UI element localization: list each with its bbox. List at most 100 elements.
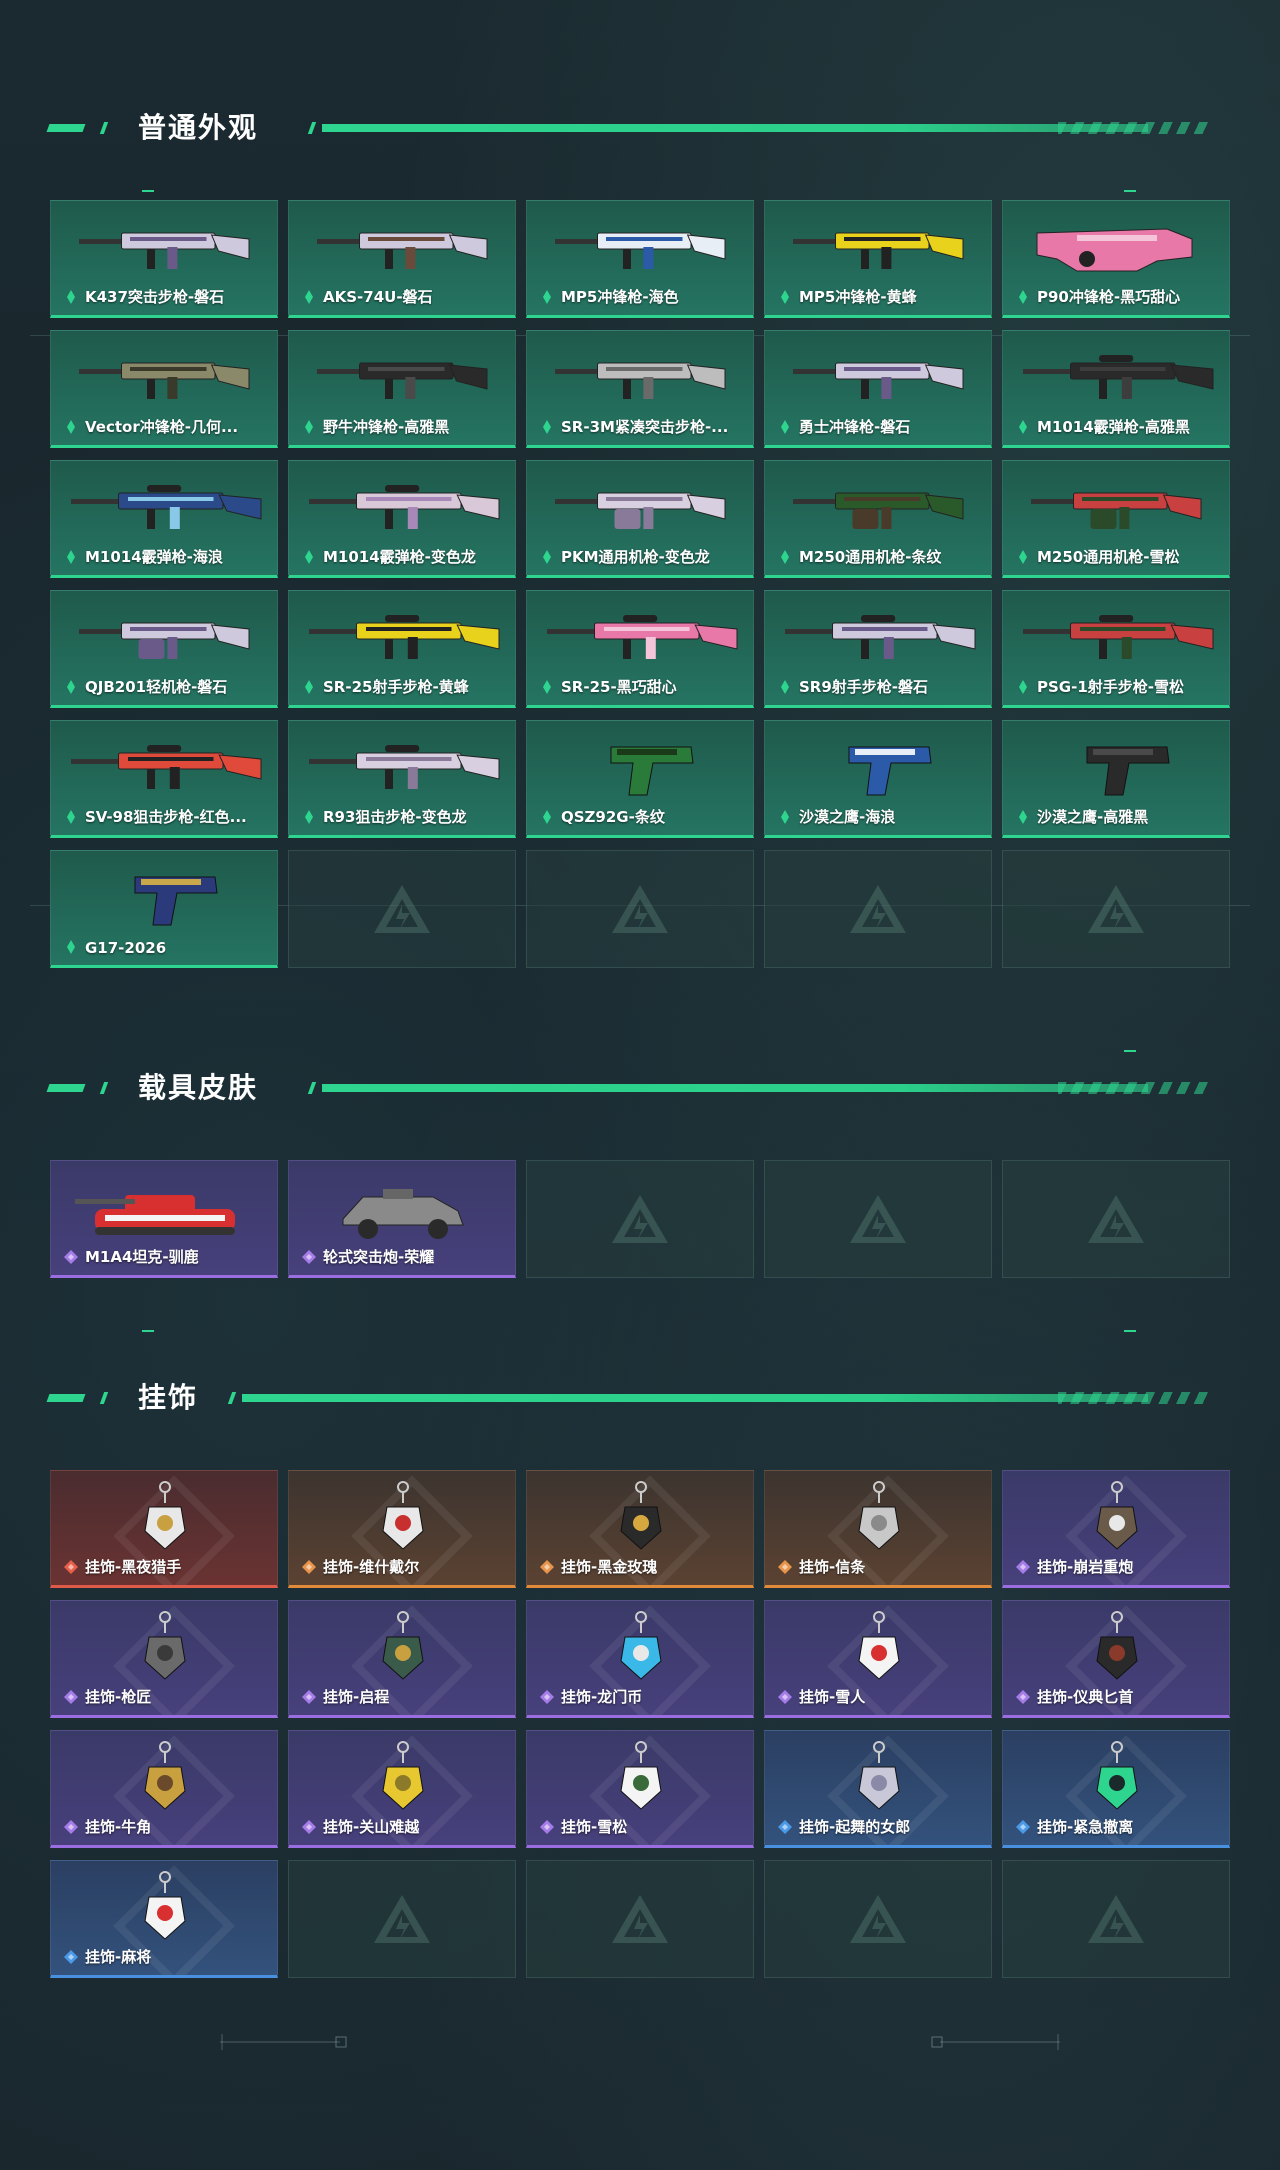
item-card[interactable]: 挂饰-麻将	[50, 1860, 278, 1978]
item-card[interactable]: G17-2026	[50, 850, 278, 968]
smg-icon	[793, 362, 964, 399]
rarity-diamond-icon	[1019, 810, 1027, 824]
section-header-weapons: 普通外观	[46, 108, 1208, 148]
item-label: SR9射手步枪-磐石	[799, 678, 929, 696]
item-card[interactable]: 挂饰-启程	[288, 1600, 516, 1718]
item-card[interactable]: SV-98狙击步枪-红色...	[50, 720, 278, 838]
item-card[interactable]: 挂饰-雪松	[526, 1730, 754, 1848]
item-card[interactable]: 挂饰-维什戴尔	[288, 1470, 516, 1588]
item-card[interactable]: QSZ92G-条纹	[526, 720, 754, 838]
header-checker	[1058, 1082, 1208, 1094]
item-card[interactable]: PKM通用机枪-变色龙	[526, 460, 754, 578]
item-card[interactable]: 挂饰-黑夜猎手	[50, 1470, 278, 1588]
item-card[interactable]: PSG-1射手步枪-雪松	[1002, 590, 1230, 708]
footer-hud-decoration	[220, 2034, 1060, 2050]
shotgun-icon	[1023, 355, 1214, 399]
item-card[interactable]: 挂饰-龙门币	[526, 1600, 754, 1718]
item-label: 挂饰-黑夜猎手	[85, 1558, 182, 1576]
empty-slot	[1002, 850, 1230, 968]
item-card[interactable]: SR-25-黑巧甜心	[526, 590, 754, 708]
rarity-diamond-icon	[1019, 680, 1027, 694]
item-card[interactable]: SR-3M紧凑突击步枪-...	[526, 330, 754, 448]
header-dash	[227, 1392, 237, 1404]
item-card[interactable]: SR9射手步枪-磐石	[764, 590, 992, 708]
charm-icon	[144, 1741, 186, 1810]
header-dash	[307, 122, 317, 134]
item-card[interactable]: 挂饰-关山难越	[288, 1730, 516, 1848]
item-label: P90冲锋枪-黑巧甜心	[1037, 288, 1181, 306]
assault-rifle-icon	[555, 362, 726, 399]
rarity-diamond-icon	[67, 680, 75, 694]
item-card[interactable]: M250通用机枪-条纹	[764, 460, 992, 578]
item-label: PKM通用机枪-变色龙	[561, 548, 710, 566]
item-card[interactable]: 挂饰-雪人	[764, 1600, 992, 1718]
smg-icon	[317, 362, 488, 399]
item-card[interactable]: 挂饰-起舞的女郎	[764, 1730, 992, 1848]
item-card[interactable]: M250通用机枪-雪松	[1002, 460, 1230, 578]
rarity-diamond-icon	[64, 1250, 78, 1264]
item-card[interactable]: M1014霰弹枪-海浪	[50, 460, 278, 578]
item-card[interactable]: SR-25射手步枪-黄蜂	[288, 590, 516, 708]
item-label: SR-25-黑巧甜心	[561, 678, 677, 696]
item-card[interactable]: QJB201轻机枪-磐石	[50, 590, 278, 708]
item-card[interactable]: Vector冲锋枪-几何...	[50, 330, 278, 448]
rarity-diamond-icon	[540, 1820, 554, 1834]
machine-gun-icon	[793, 492, 964, 529]
pistol-icon	[134, 876, 218, 926]
header-line	[322, 1084, 1148, 1092]
rarity-diamond-icon	[540, 1560, 554, 1574]
charm-icon	[382, 1741, 424, 1810]
item-card[interactable]: K437突击步枪-磐石	[50, 200, 278, 318]
item-card[interactable]: 勇士冲锋枪-磐石	[764, 330, 992, 448]
shotgun-icon	[309, 485, 500, 529]
machine-gun-icon	[1031, 492, 1202, 529]
item-card[interactable]: R93狙击步枪-变色龙	[288, 720, 516, 838]
item-card[interactable]: M1014霰弹枪-变色龙	[288, 460, 516, 578]
item-label: 挂饰-维什戴尔	[323, 1558, 420, 1576]
rarity-diamond-icon	[67, 290, 75, 304]
empty-slot	[1002, 1860, 1230, 1978]
charm-icon	[144, 1871, 186, 1940]
sniper-rifle-icon	[309, 615, 500, 659]
item-card[interactable]: 挂饰-崩岩重炮	[1002, 1470, 1230, 1588]
item-card[interactable]: M1014霰弹枪-高雅黑	[1002, 330, 1230, 448]
rarity-diamond-icon	[778, 1560, 792, 1574]
rarity-diamond-icon	[64, 1690, 78, 1704]
item-card[interactable]: MP5冲锋枪-海色	[526, 200, 754, 318]
vehicle-grid: M1A4坦克-驯鹿 轮式突击炮-荣耀	[50, 1160, 1230, 1278]
item-card[interactable]: 轮式突击炮-荣耀	[288, 1160, 516, 1278]
hud-tick	[1124, 1330, 1136, 1332]
empty-slot	[1002, 1160, 1230, 1278]
rarity-diamond-icon	[64, 1820, 78, 1834]
empty-slot	[526, 1160, 754, 1278]
placeholder-logo-icon	[612, 1895, 668, 1943]
rarity-diamond-icon	[302, 1820, 316, 1834]
smg-icon	[555, 232, 726, 269]
item-card[interactable]: P90冲锋枪-黑巧甜心	[1002, 200, 1230, 318]
item-card[interactable]: MP5冲锋枪-黄蜂	[764, 200, 992, 318]
empty-slot	[764, 1860, 992, 1978]
item-card[interactable]: 挂饰-紧急撤离	[1002, 1730, 1230, 1848]
item-card[interactable]: 挂饰-牛角	[50, 1730, 278, 1848]
rarity-diamond-icon	[305, 810, 313, 824]
item-card[interactable]: 挂饰-仪典匕首	[1002, 1600, 1230, 1718]
header-dash	[307, 1082, 317, 1094]
placeholder-logo-icon	[1088, 1895, 1144, 1943]
item-card[interactable]: 挂饰-信条	[764, 1470, 992, 1588]
rarity-diamond-icon	[778, 1820, 792, 1834]
item-card[interactable]: M1A4坦克-驯鹿	[50, 1160, 278, 1278]
p90-icon	[1036, 228, 1193, 272]
item-card[interactable]: AKS-74U-磐石	[288, 200, 516, 318]
item-card[interactable]: 挂饰-黑金玫瑰	[526, 1470, 754, 1588]
item-card[interactable]: 沙漠之鹰-高雅黑	[1002, 720, 1230, 838]
placeholder-logo-icon	[850, 1195, 906, 1243]
item-card[interactable]: 挂饰-枪匠	[50, 1600, 278, 1718]
item-label: SV-98狙击步枪-红色...	[85, 808, 247, 826]
item-card[interactable]: 沙漠之鹰-海浪	[764, 720, 992, 838]
item-card[interactable]: 野牛冲锋枪-高雅黑	[288, 330, 516, 448]
rarity-diamond-icon	[781, 290, 789, 304]
item-label: 挂饰-紧急撤离	[1037, 1818, 1134, 1836]
placeholder-logo-icon	[1088, 1195, 1144, 1243]
charm-icon	[144, 1481, 186, 1550]
hud-tick	[142, 1330, 154, 1332]
